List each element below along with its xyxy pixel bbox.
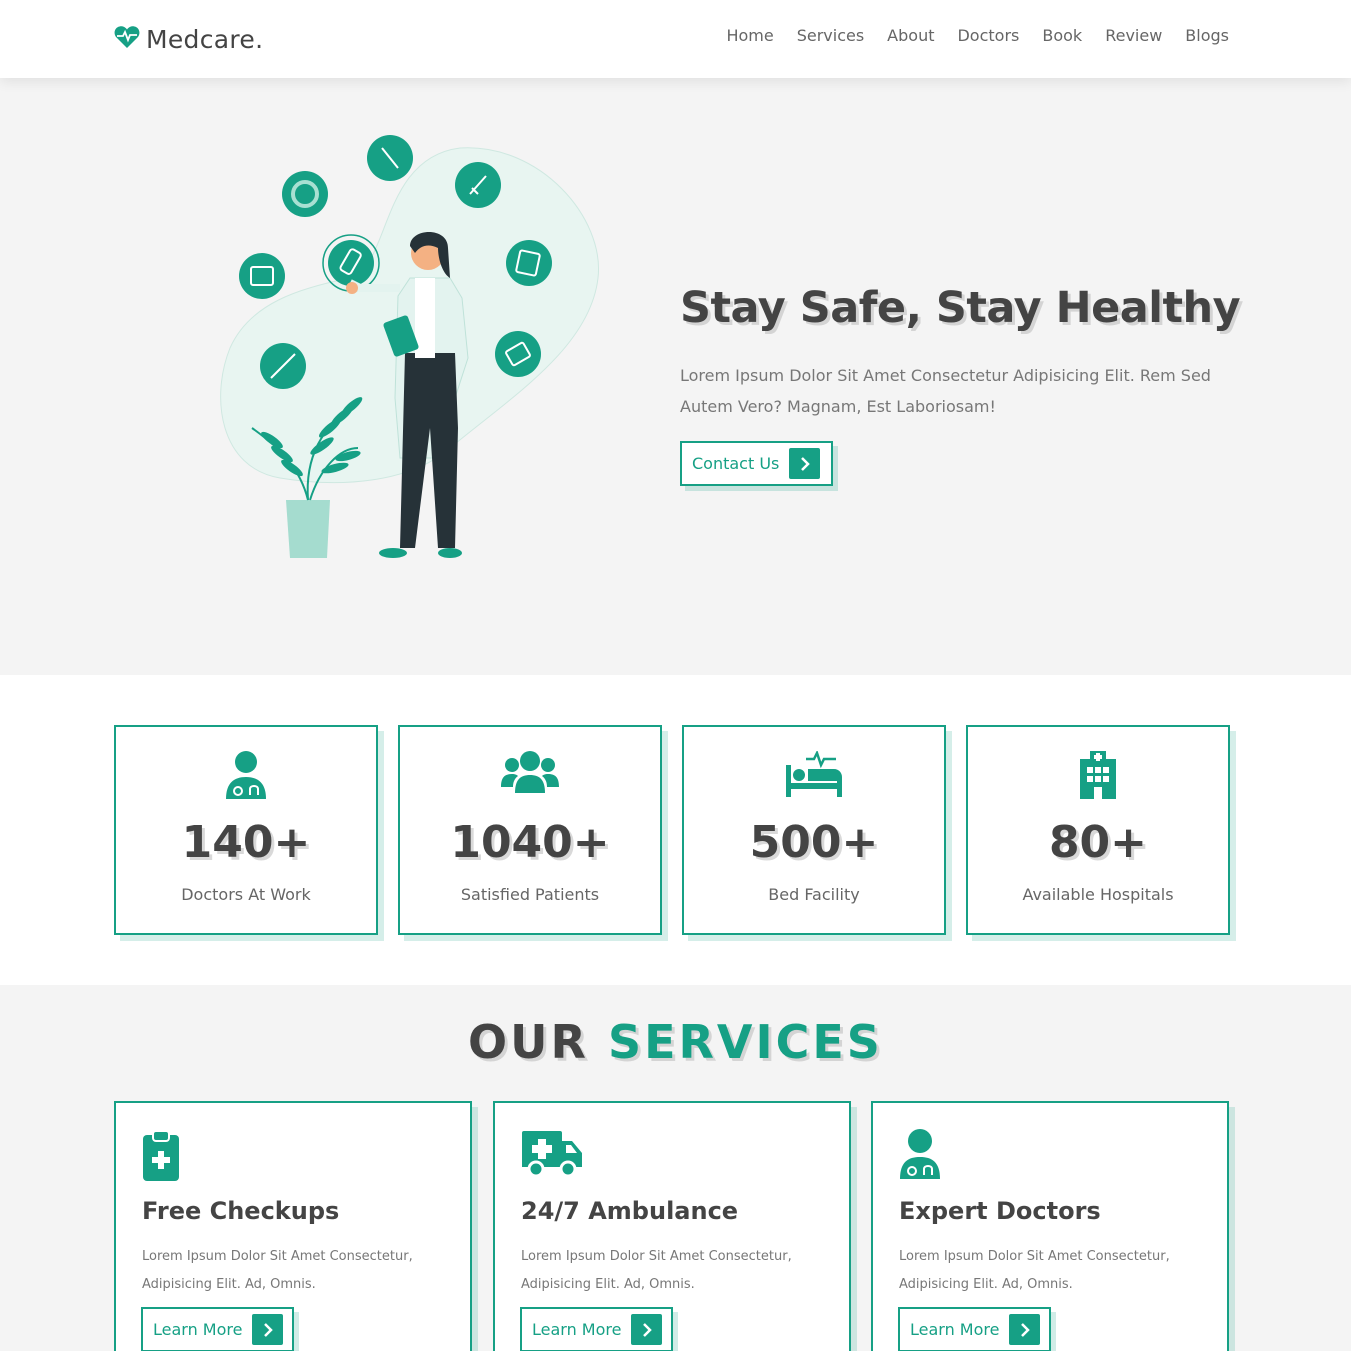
learn-more-button[interactable]: Learn More <box>141 1307 294 1351</box>
stat-card-patients: 1040+ Satisfied Patients <box>398 725 662 935</box>
hero-section: Stay Safe, Stay Healthy Lorem Ipsum Dolo… <box>0 78 1351 675</box>
header: Medcare. Home Services About Doctors Boo… <box>0 0 1351 78</box>
logo[interactable]: Medcare. <box>114 22 263 56</box>
users-icon <box>400 751 660 801</box>
nav-book[interactable]: Book <box>1042 26 1082 45</box>
service-title: 24/7 Ambulance <box>521 1197 739 1225</box>
chevron-right-icon <box>252 1314 284 1345</box>
stat-value: 1040+ <box>450 817 610 868</box>
hero-title: Stay Safe, Stay Healthy <box>680 283 1241 333</box>
stat-value: 500+ <box>749 817 879 868</box>
service-description: Lorem Ipsum Dolor Sit Amet Consectetur, … <box>142 1249 413 1292</box>
bed-icon <box>684 751 944 801</box>
learn-more-label: Learn More <box>153 1320 243 1339</box>
clipboard-medical-icon <box>141 1129 181 1181</box>
service-title: Free Checkups <box>142 1197 340 1225</box>
chevron-right-icon <box>789 448 821 479</box>
service-description: Lorem Ipsum Dolor Sit Amet Consectetur, … <box>521 1249 792 1292</box>
learn-more-button[interactable]: Learn More <box>898 1307 1051 1351</box>
contact-us-button[interactable]: Contact Us <box>680 441 833 486</box>
main-nav: Home Services About Doctors Book Review … <box>726 26 1229 45</box>
stat-label: Satisfied Patients <box>460 885 600 904</box>
services-heading: OUR SERVICES <box>0 1015 1351 1069</box>
ambulance-icon <box>520 1129 584 1181</box>
stat-card-hospitals: 80+ Available Hospitals <box>966 725 1230 935</box>
stat-card-doctors: 140+ Doctors At Work <box>114 725 378 935</box>
heart-pulse-icon <box>114 25 140 53</box>
stats-section: 140+ Doctors At Work 1040+ Satisfied Pat… <box>0 675 1351 985</box>
service-card-ambulance: 24/7 Ambulance Lorem Ipsum Dolor Sit Ame… <box>493 1101 851 1351</box>
learn-more-button[interactable]: Learn More <box>520 1307 673 1351</box>
chevron-right-icon <box>631 1314 663 1345</box>
service-title: Expert Doctors <box>899 1197 1101 1225</box>
chevron-right-icon <box>1009 1314 1041 1345</box>
nav-blogs[interactable]: Blogs <box>1185 26 1229 45</box>
nav-home[interactable]: Home <box>726 26 773 45</box>
nav-review[interactable]: Review <box>1105 26 1162 45</box>
nav-doctors[interactable]: Doctors <box>957 26 1019 45</box>
doctor-icon <box>898 1129 942 1181</box>
service-description: Lorem Ipsum Dolor Sit Amet Consectetur, … <box>899 1249 1170 1292</box>
nav-services[interactable]: Services <box>797 26 864 45</box>
stat-label: Available Hospitals <box>1022 885 1174 904</box>
brand-name: Medcare. <box>146 24 264 54</box>
hero-description: Lorem Ipsum Dolor Sit Amet Consectetur A… <box>680 366 1211 416</box>
stat-value: 140+ <box>181 817 311 868</box>
contact-us-label: Contact Us <box>692 454 780 473</box>
hospital-icon <box>968 751 1228 801</box>
stat-label: Bed Facility <box>768 885 860 904</box>
service-card-doctors: Expert Doctors Lorem Ipsum Dolor Sit Ame… <box>871 1101 1229 1351</box>
doctor-illustration <box>210 128 620 568</box>
heading-part-2: SERVICES <box>607 1015 883 1069</box>
learn-more-label: Learn More <box>532 1320 622 1339</box>
learn-more-label: Learn More <box>910 1320 1000 1339</box>
stat-card-beds: 500+ Bed Facility <box>682 725 946 935</box>
heading-part-1: OUR <box>468 1015 589 1069</box>
stat-value: 80+ <box>1048 817 1148 868</box>
services-section: OUR SERVICES Free Checkups Lorem Ipsum D… <box>0 985 1351 1351</box>
nav-about[interactable]: About <box>887 26 934 45</box>
stat-label: Doctors At Work <box>181 885 311 904</box>
doctor-icon <box>116 751 376 801</box>
service-card-checkups: Free Checkups Lorem Ipsum Dolor Sit Amet… <box>114 1101 472 1351</box>
